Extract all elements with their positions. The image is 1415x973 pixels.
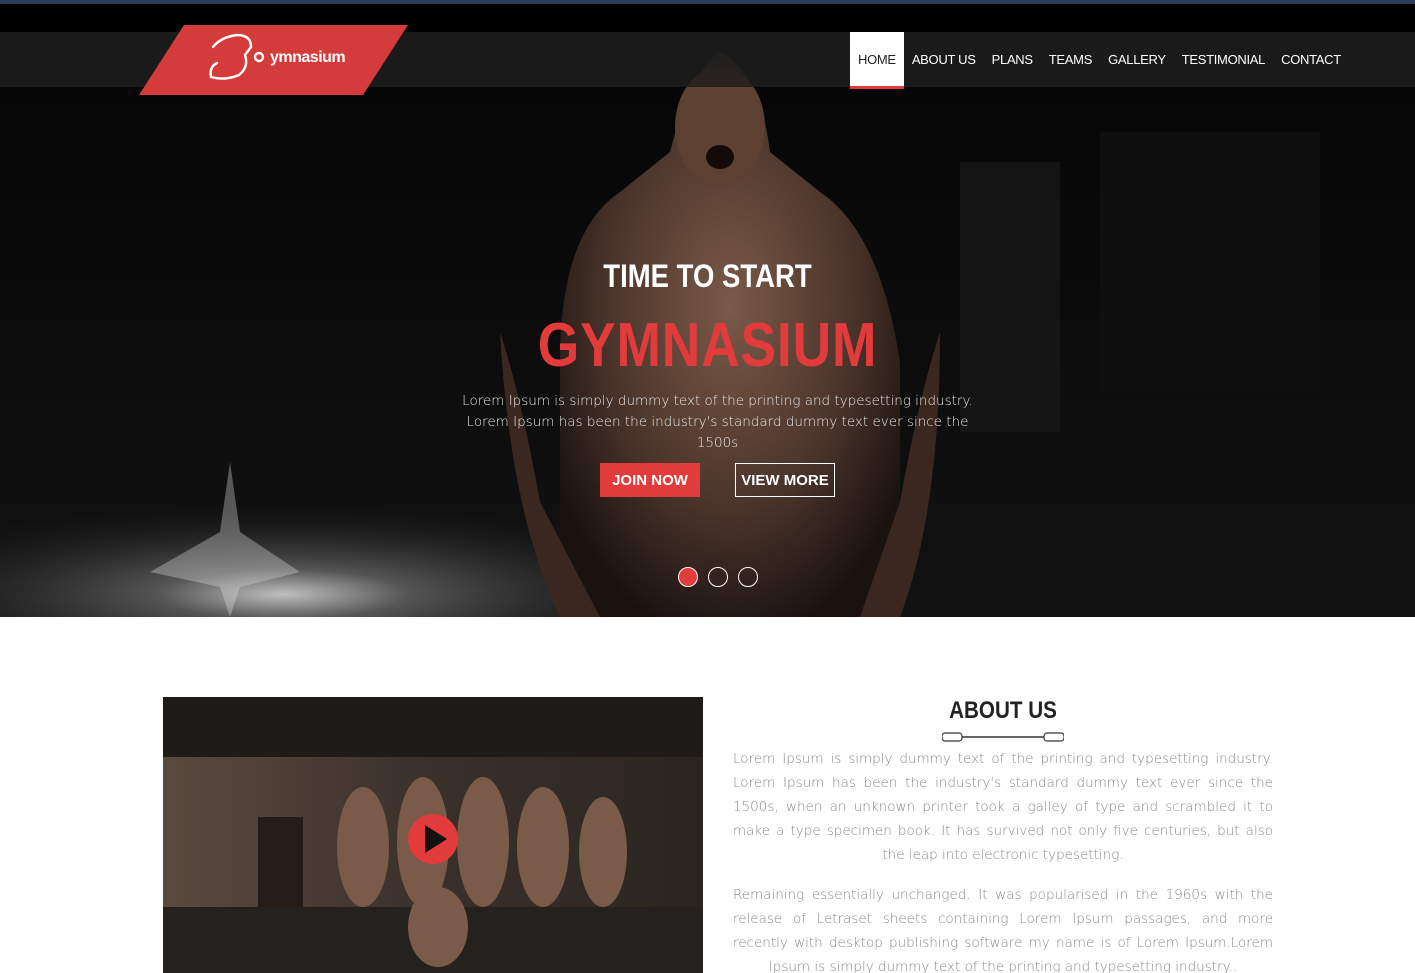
slider-dot-3[interactable]	[738, 567, 758, 587]
video-thumbnail-image	[163, 697, 703, 973]
logo[interactable]: ymnasium	[139, 25, 408, 95]
about-title: ABOUT US	[949, 697, 1057, 724]
about-paragraph-2: Remaining essentially unchanged. It was …	[733, 887, 1273, 973]
hero-title: GYMNASIUM	[537, 311, 878, 380]
about-paragraph-1: Lorem Ipsum is simply dummy text of the …	[733, 751, 1273, 863]
logo-text: ymnasium	[270, 49, 346, 66]
join-now-button[interactable]: JOIN NOW	[600, 463, 700, 497]
nav-plans[interactable]: PLANS	[984, 32, 1041, 87]
nav-contact[interactable]: CONTACT	[1273, 32, 1349, 87]
nav-testimonial[interactable]: TESTIMONIAL	[1174, 32, 1273, 87]
about-video[interactable]	[163, 697, 703, 973]
view-more-button[interactable]: VIEW MORE	[735, 463, 835, 497]
nav-home[interactable]: HOME	[850, 32, 904, 89]
slider-dot-2[interactable]	[708, 567, 728, 587]
main-nav: HOME ABOUT US PLANS TEAMS GALLERY TESTIM…	[850, 32, 1349, 89]
hero-subtitle: TIME TO START	[603, 258, 812, 294]
barbell-divider-icon	[942, 732, 1064, 742]
nav-about-us[interactable]: ABOUT US	[904, 32, 984, 87]
slider-dot-1[interactable]	[678, 567, 698, 587]
nav-gallery[interactable]: GALLERY	[1100, 32, 1174, 87]
nav-teams[interactable]: TEAMS	[1041, 32, 1100, 87]
hero-description: Lorem Ipsum is simply dummy text of the …	[462, 393, 973, 451]
